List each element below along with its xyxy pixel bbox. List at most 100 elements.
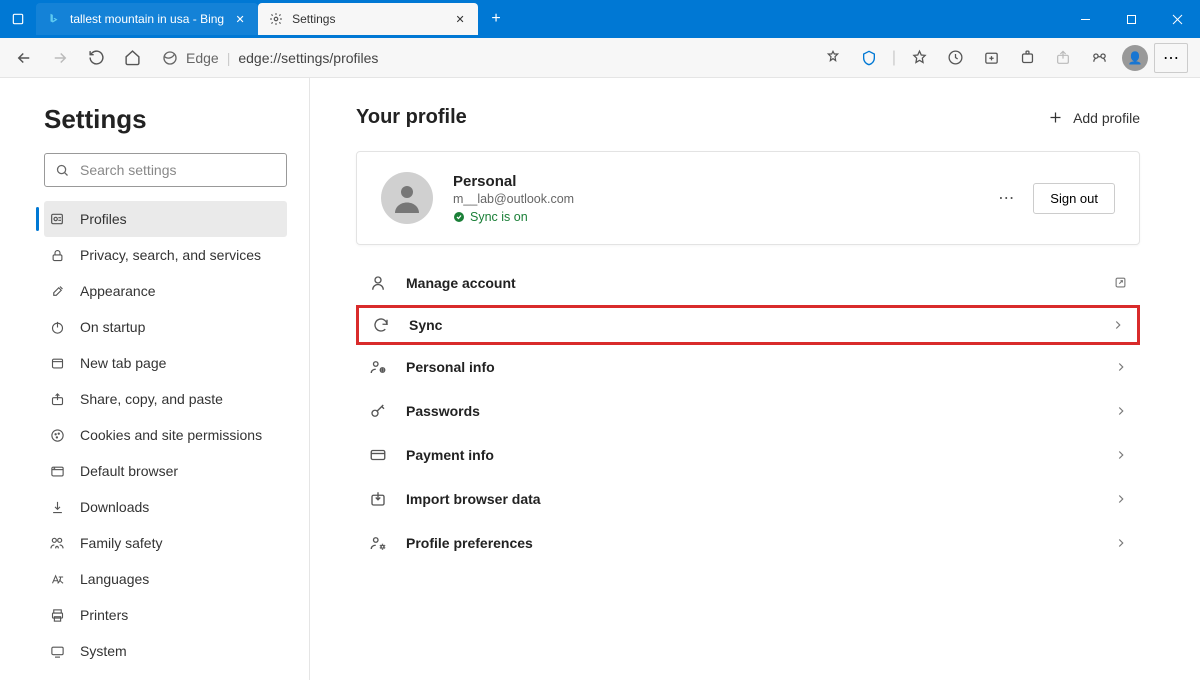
tracking-prevention-icon[interactable] — [852, 42, 886, 74]
history-button[interactable] — [938, 42, 972, 74]
external-link-icon — [1113, 275, 1128, 290]
maximize-button[interactable] — [1108, 0, 1154, 38]
settings-item-passwords[interactable]: Passwords — [356, 389, 1140, 433]
sidebar-item-label: System — [80, 643, 127, 659]
settings-item-label: Passwords — [406, 403, 1096, 419]
settings-item-label: Profile preferences — [406, 535, 1096, 551]
settings-item-label: Manage account — [406, 275, 1095, 291]
sidebar-item-printers[interactable]: Printers — [44, 597, 287, 633]
address-bar[interactable]: Edge | edge://settings/profiles — [152, 42, 812, 74]
extensions-button[interactable] — [1010, 42, 1044, 74]
back-button[interactable] — [8, 42, 40, 74]
page-title: Your profile — [356, 106, 467, 129]
language-icon — [48, 572, 66, 587]
share-button[interactable] — [1046, 42, 1080, 74]
sidebar-item-family-safety[interactable]: Family safety — [44, 525, 287, 561]
profile-email: m__lab@outlook.com — [453, 192, 978, 206]
edge-label: Edge — [186, 50, 219, 66]
sidebar-item-label: Appearance — [80, 283, 156, 299]
tab-bing[interactable]: tallest mountain in usa - Bing ✕ — [36, 3, 258, 35]
search-input[interactable] — [80, 162, 276, 178]
cookie-icon — [48, 428, 66, 443]
download-icon — [48, 500, 66, 515]
sidebar-item-share-copy-and-paste[interactable]: Share, copy, and paste — [44, 381, 287, 417]
refresh-button[interactable] — [80, 42, 112, 74]
shopping-icon[interactable] — [816, 42, 850, 74]
close-icon[interactable]: ✕ — [452, 11, 468, 27]
settings-item-manage-account[interactable]: Manage account — [356, 261, 1140, 305]
close-icon[interactable]: ✕ — [232, 11, 248, 27]
key-icon — [368, 402, 388, 420]
family-icon — [48, 535, 66, 551]
tab-title: tallest mountain in usa - Bing — [70, 12, 224, 26]
settings-sidebar: Settings Profiles Privacy, search, and se… — [0, 78, 310, 680]
sidebar-item-appearance[interactable]: Appearance — [44, 273, 287, 309]
add-profile-button[interactable]: Add profile — [1048, 110, 1140, 126]
sidebar-item-label: Cookies and site permissions — [80, 427, 262, 443]
sidebar-item-system[interactable]: System — [44, 633, 287, 669]
settings-item-label: Import browser data — [406, 491, 1096, 507]
tab-settings[interactable]: Settings ✕ — [258, 3, 478, 35]
sidebar-item-label: Profiles — [80, 211, 127, 227]
sidebar-item-on-startup[interactable]: On startup — [44, 309, 287, 345]
more-menu-button[interactable]: ⋯ — [1154, 43, 1188, 73]
sidebar-item-new-tab-page[interactable]: New tab page — [44, 345, 287, 381]
card-icon — [368, 446, 388, 464]
printer-icon — [48, 608, 66, 623]
sidebar-item-label: On startup — [80, 319, 145, 335]
settings-item-label: Payment info — [406, 447, 1096, 463]
add-profile-label: Add profile — [1073, 110, 1140, 126]
share-icon — [48, 392, 66, 407]
personalinfo-icon — [368, 358, 388, 376]
prefs-icon — [368, 534, 388, 552]
settings-item-profile-preferences[interactable]: Profile preferences — [356, 521, 1140, 565]
sidebar-item-default-browser[interactable]: Default browser — [44, 453, 287, 489]
sidebar-item-label: Languages — [80, 571, 149, 587]
home-button[interactable] — [116, 42, 148, 74]
settings-item-sync[interactable]: Sync — [356, 305, 1140, 345]
sidebar-item-downloads[interactable]: Downloads — [44, 489, 287, 525]
import-icon — [368, 490, 388, 508]
new-tab-button[interactable]: + — [482, 5, 510, 33]
search-settings-box[interactable] — [44, 153, 287, 187]
sidebar-item-label: Printers — [80, 607, 128, 623]
url-text: edge://settings/profiles — [238, 50, 378, 66]
settings-item-payment-info[interactable]: Payment info — [356, 433, 1140, 477]
browser-icon — [48, 464, 66, 479]
sidebar-item-languages[interactable]: Languages — [44, 561, 287, 597]
chevron-right-icon — [1111, 318, 1125, 332]
settings-item-personal-info[interactable]: Personal info — [356, 345, 1140, 389]
sidebar-item-reset-settings[interactable]: Reset settings — [44, 669, 287, 680]
close-button[interactable] — [1154, 0, 1200, 38]
settings-item-import-browser-data[interactable]: Import browser data — [356, 477, 1140, 521]
bing-icon — [46, 11, 62, 27]
plus-icon — [1048, 110, 1063, 125]
brush-icon — [48, 284, 66, 299]
profile-avatar[interactable]: 👤 — [1118, 42, 1152, 74]
person-icon — [368, 274, 388, 292]
avatar — [381, 172, 433, 224]
favorites-button[interactable] — [902, 42, 936, 74]
settings-item-label: Sync — [409, 317, 1093, 333]
collections-button[interactable] — [974, 42, 1008, 74]
performance-button[interactable] — [1082, 42, 1116, 74]
sidebar-item-profiles[interactable]: Profiles — [44, 201, 287, 237]
forward-button — [44, 42, 76, 74]
edge-logo-icon — [162, 50, 178, 66]
settings-title: Settings — [44, 104, 287, 135]
gear-icon — [268, 11, 284, 27]
chevron-right-icon — [1114, 448, 1128, 462]
sidebar-item-privacy-search-and-services[interactable]: Privacy, search, and services — [44, 237, 287, 273]
sidebar-item-label: Default browser — [80, 463, 178, 479]
sidebar-item-label: Downloads — [80, 499, 149, 515]
app-menu-icon[interactable] — [0, 0, 36, 38]
search-icon — [55, 163, 70, 178]
power-icon — [48, 320, 66, 335]
sign-out-button[interactable]: Sign out — [1033, 183, 1115, 214]
settings-item-label: Personal info — [406, 359, 1096, 375]
profile-more-button[interactable]: ⋯ — [998, 188, 1015, 208]
sidebar-item-cookies-and-site-permissions[interactable]: Cookies and site permissions — [44, 417, 287, 453]
chevron-right-icon — [1114, 492, 1128, 506]
minimize-button[interactable] — [1062, 0, 1108, 38]
sync-status: Sync is on — [453, 210, 978, 224]
